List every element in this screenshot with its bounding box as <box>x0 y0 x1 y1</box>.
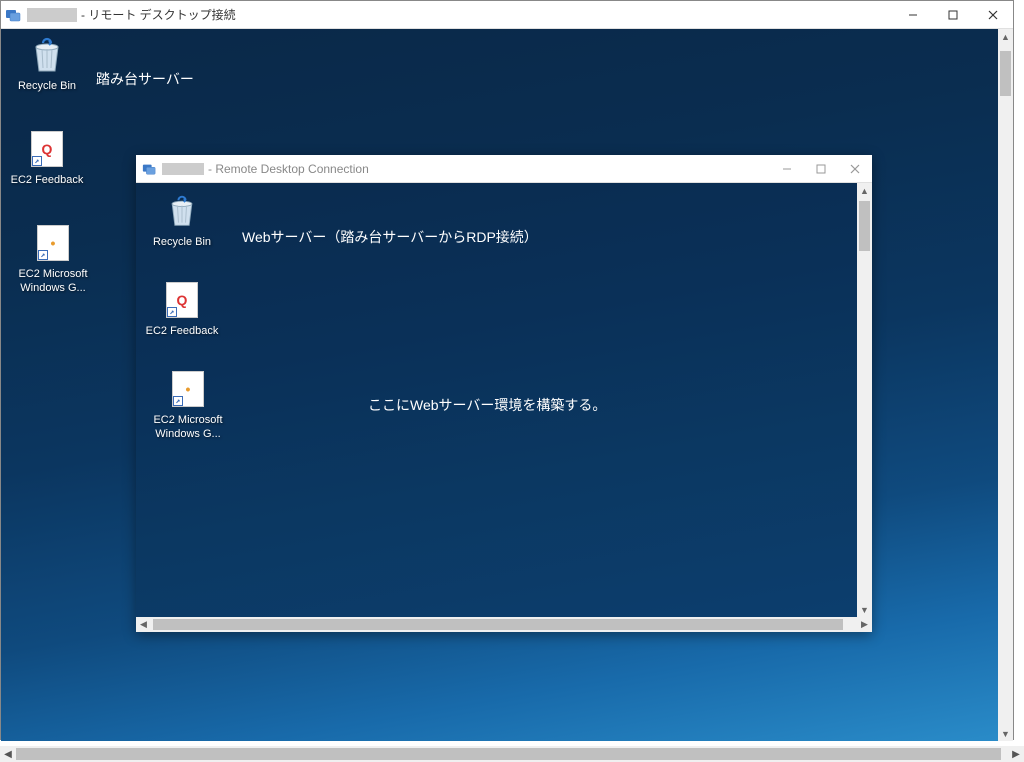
ec2-windows-guide-icon[interactable]: • EC2 Microsoft Windows G... <box>7 223 99 295</box>
chevron-down-icon[interactable]: ▼ <box>857 602 872 617</box>
ec2-windows-guide-label: EC2 Microsoft Windows G... <box>7 267 99 295</box>
rdp-icon <box>142 162 156 176</box>
outer-close-button[interactable] <box>973 1 1013 29</box>
ec2-feedback-label: EC2 Feedback <box>11 173 84 187</box>
outer-maximize-button[interactable] <box>933 1 973 29</box>
inner-vertical-scrollbar[interactable]: ▲ ▼ <box>857 183 872 617</box>
document-icon: Q <box>31 131 63 167</box>
inner-maximize-button[interactable] <box>804 155 838 183</box>
shortcut-overlay-icon <box>167 307 177 317</box>
document-icon: • <box>37 225 69 261</box>
scrollbar-thumb[interactable] <box>859 201 870 251</box>
inner-desktop-annotation-1: Webサーバー（踏み台サーバーからRDP接続） <box>242 227 538 247</box>
shortcut-overlay-icon <box>38 250 48 260</box>
chevron-right-icon[interactable]: ▶ <box>1008 746 1024 762</box>
chevron-down-icon[interactable]: ▼ <box>998 726 1013 741</box>
dot-icon: • <box>51 235 56 251</box>
outer-rdp-window: - リモート デスクトップ接続 Recycle Bin <box>0 0 1014 740</box>
scrollbar-thumb[interactable] <box>1000 51 1011 96</box>
outer-desktop-annotation: 踏み台サーバー <box>96 69 194 89</box>
outer-desktop[interactable]: Recycle Bin Q EC2 Feedback • EC2 Microso… <box>1 29 1013 741</box>
chevron-up-icon[interactable]: ▲ <box>857 183 872 198</box>
document-icon: Q <box>166 282 198 318</box>
outer-titlebar[interactable]: - リモート デスクトップ接続 <box>1 1 1013 29</box>
scrollbar-thumb[interactable] <box>16 748 1001 760</box>
trash-icon <box>27 35 67 75</box>
chevron-up-icon[interactable]: ▲ <box>998 29 1013 44</box>
inner-horizontal-scrollbar[interactable]: ◀ ▶ <box>136 617 872 632</box>
chevron-right-icon[interactable]: ▶ <box>857 617 872 632</box>
outer-hostname-redacted <box>27 8 77 22</box>
inner-minimize-button[interactable] <box>770 155 804 183</box>
scrollbar-thumb[interactable] <box>153 619 843 630</box>
inner-ec2-feedback-label: EC2 Feedback <box>146 324 219 338</box>
ec2-feedback-icon[interactable]: Q EC2 Feedback <box>7 129 87 187</box>
inner-rdp-window: - Remote Desktop Connection <box>136 155 872 632</box>
rdp-icon <box>5 7 21 23</box>
inner-titlebar[interactable]: - Remote Desktop Connection <box>136 155 872 183</box>
outer-vertical-scrollbar[interactable]: ▲ ▼ <box>998 29 1013 741</box>
chevron-left-icon[interactable]: ◀ <box>0 746 16 762</box>
inner-title-suffix: - Remote Desktop Connection <box>208 162 369 176</box>
inner-desktop-annotation-2: ここにWebサーバー環境を構築する。 <box>368 395 606 415</box>
letter-q-icon: Q <box>42 141 53 157</box>
chevron-left-icon[interactable]: ◀ <box>136 617 151 632</box>
host-horizontal-scrollbar[interactable]: ◀ ▶ <box>0 746 1024 762</box>
inner-recycle-bin-label: Recycle Bin <box>153 235 211 249</box>
inner-desktop[interactable]: Recycle Bin Q EC2 Feedback • <box>136 183 872 617</box>
recycle-bin-icon[interactable]: Recycle Bin <box>7 35 87 93</box>
shortcut-overlay-icon <box>173 396 183 406</box>
inner-recycle-bin-icon[interactable]: Recycle Bin <box>142 191 222 249</box>
inner-ec2-windows-guide-label: EC2 Microsoft Windows G... <box>142 413 234 441</box>
inner-close-button[interactable] <box>838 155 872 183</box>
recycle-bin-label: Recycle Bin <box>18 79 76 93</box>
inner-hostname-redacted <box>162 163 204 175</box>
inner-ec2-windows-guide-icon[interactable]: • EC2 Microsoft Windows G... <box>142 369 234 441</box>
shortcut-overlay-icon <box>32 156 42 166</box>
document-icon: • <box>172 371 204 407</box>
letter-q-icon: Q <box>177 292 188 308</box>
trash-icon <box>162 191 202 231</box>
dot-icon: • <box>186 381 191 397</box>
outer-title-suffix: - リモート デスクトップ接続 <box>81 6 236 23</box>
inner-ec2-feedback-icon[interactable]: Q EC2 Feedback <box>142 280 222 338</box>
outer-minimize-button[interactable] <box>893 1 933 29</box>
